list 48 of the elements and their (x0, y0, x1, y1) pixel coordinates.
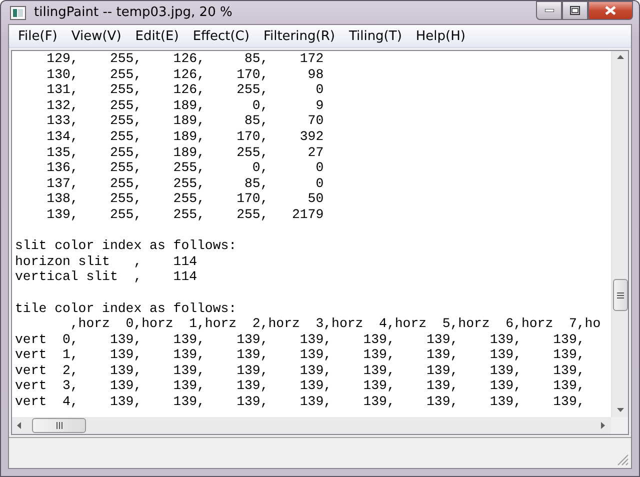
minimize-button[interactable] (536, 1, 562, 20)
left-arrow-icon (17, 422, 21, 429)
text-line: 131, 255, 126, 255, 0 (46, 82, 325, 98)
window-title: tilingPaint -- temp03.jpg, 20 % (34, 5, 234, 20)
text-line: 139, 255, 255, 255, 2179 (46, 206, 325, 223)
scroll-thumb[interactable] (613, 279, 628, 311)
text-line: 138, 255, 255, 170, 50 (46, 191, 325, 207)
menu-item[interactable]: Filtering(R) (256, 28, 342, 44)
down-arrow-icon (617, 408, 624, 412)
menu-item[interactable]: Effect(C) (186, 28, 256, 44)
text-line: vert 3, 139, 139, 139, 139, 139, 139, 139, 139, (15, 378, 586, 394)
menu-item[interactable]: View(V) (64, 28, 128, 44)
scroll-thumb[interactable] (32, 418, 86, 433)
horizontal-scrollbar[interactable] (12, 417, 611, 434)
grip-icon (617, 292, 624, 298)
text-line: vert 1, 139, 139, 139, 139, 139, 139, 139, 139, (15, 347, 586, 363)
text-line: vert 4, 139, 139, 139, 139, 139, 139, 139, 139, (15, 394, 586, 410)
text-line: 135, 255, 189, 255, 27 (46, 144, 325, 160)
menu-item[interactable]: Help(H) (408, 28, 472, 44)
menu-item[interactable]: File(F) (11, 28, 64, 44)
text-line: 130, 255, 126, 170, 98 (46, 66, 325, 82)
menu-item[interactable]: Edit(E) (128, 28, 186, 44)
maximize-button[interactable] (562, 1, 588, 20)
text-line: ,horz 0,horz 1,horz 2,horz 3,horz 4,horz 5,horz 6,horz 7,ho (69, 316, 602, 332)
text-line: horizon slit , 114 (15, 254, 198, 270)
scrollbar-corner (611, 417, 628, 434)
text-line: tile color index as follows: (15, 300, 238, 316)
text-line: vertical slit , 114 (15, 269, 198, 285)
resize-grip-icon[interactable] (617, 454, 629, 466)
close-icon (605, 6, 616, 15)
text-line: 132, 255, 189, 0, 9 (46, 98, 325, 114)
close-button[interactable] (588, 1, 633, 20)
up-arrow-icon (617, 55, 624, 59)
minimize-icon (544, 9, 554, 12)
text-line: 134, 255, 189, 170, 392 (46, 128, 325, 145)
app-icon (10, 6, 26, 20)
right-arrow-icon (601, 422, 605, 429)
text-line: slit color index as follows: (15, 238, 238, 254)
text-line: vert 2, 139, 139, 139, 139, 139, 139, 139, 139, (15, 362, 586, 378)
text-line: 133, 255, 189, 85, 70 (46, 113, 325, 129)
text-line: 137, 255, 255, 85, 0 (46, 176, 325, 192)
text-line: 136, 255, 255, 0, 0 (46, 160, 325, 176)
menu-item[interactable]: Tiling(T) (342, 28, 409, 44)
vertical-scrollbar[interactable] (611, 51, 628, 417)
maximize-icon (570, 6, 580, 15)
text-line: vert 0, 139, 139, 139, 139, 139, 139, 139, 139, (15, 332, 586, 348)
grip-icon (56, 422, 62, 429)
text-line: 129, 255, 126, 85, 172 (46, 51, 325, 67)
